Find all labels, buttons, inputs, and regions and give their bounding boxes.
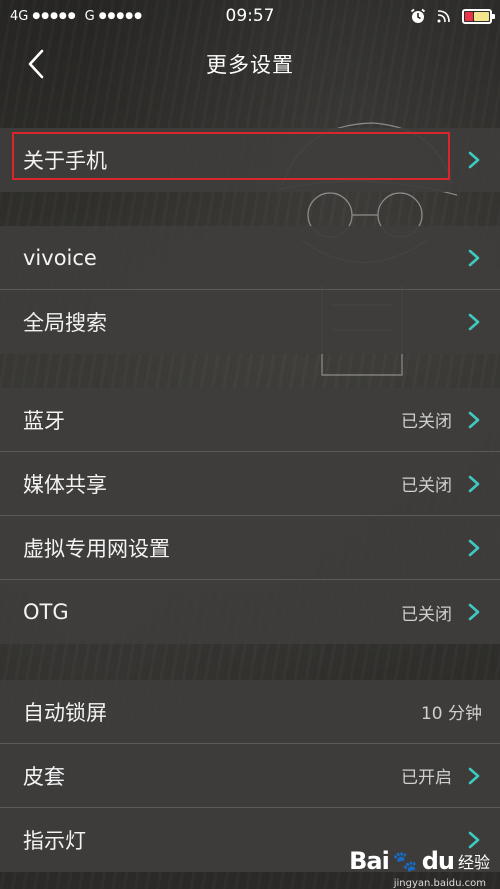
row-label: 关于手机 (23, 149, 107, 173)
watermark-url: jingyan.baidu.com (393, 878, 486, 889)
settings-row-global-search[interactable]: 全局搜索 (0, 290, 500, 354)
settings-row-vivoice[interactable]: vivoice (0, 226, 500, 290)
row-label: 皮套 (23, 764, 65, 789)
carrier-label: 4G (10, 8, 29, 24)
row-status-value: 已关闭 (401, 604, 452, 625)
status-bar: 4G ●●●●● G ●●●●● 09:57 (0, 0, 500, 32)
settings-group-voice-search: vivoice 全局搜索 (0, 226, 500, 354)
watermark-brand-du: du (421, 847, 455, 875)
signal-strength-dots: ●●●●● (32, 11, 77, 21)
row-label: 全局搜索 (23, 311, 107, 335)
chevron-right-icon (468, 410, 482, 430)
settings-row-smart-cover[interactable]: 皮套 已开启 (0, 744, 500, 808)
row-label: 媒体共享 (23, 472, 107, 497)
settings-row-media-sharing[interactable]: 媒体共享 已关闭 (0, 452, 500, 516)
settings-group-about: 关于手机 (0, 128, 500, 192)
row-status-value: 已关闭 (401, 476, 452, 496)
row-label: 虚拟专用网设置 (23, 536, 170, 561)
settings-group-display: 自动锁屏 10 分钟 皮套 已开启 指示灯 (0, 680, 500, 872)
row-status-value: 已关闭 (401, 412, 452, 432)
settings-row-about-phone[interactable]: 关于手机 (0, 128, 500, 192)
row-label: 自动锁屏 (23, 700, 107, 725)
carrier-g-label: G (84, 8, 95, 24)
status-icons (410, 8, 495, 24)
signal-indicators: 4G ●●●●● G ●●●●● (10, 9, 143, 24)
alarm-icon (410, 8, 426, 23)
chevron-right-icon (468, 766, 482, 786)
chevron-right-icon (468, 474, 482, 494)
paw-icon: 🐾 (392, 849, 418, 873)
settings-row-vpn[interactable]: 虚拟专用网设置 (0, 516, 500, 580)
settings-row-auto-lock[interactable]: 自动锁屏 10 分钟 (0, 680, 500, 744)
watermark-suffix: 经验 (457, 853, 490, 872)
chevron-right-icon (468, 312, 482, 332)
battery-icon (462, 8, 495, 24)
settings-row-bluetooth[interactable]: 蓝牙 已关闭 (0, 388, 500, 452)
top-nav-bar: 更多设置 (0, 32, 500, 96)
signal-strength-dots-2: ●●●●● (98, 11, 143, 21)
watermark-brand: Bai (349, 847, 390, 875)
page-title: 更多设置 (206, 53, 294, 77)
back-button[interactable] (14, 42, 58, 86)
row-label: OTG (23, 600, 69, 624)
row-label: vivoice (23, 245, 97, 270)
chevron-right-icon (468, 538, 482, 558)
chevron-right-icon (468, 150, 482, 170)
wifi-icon (437, 10, 450, 23)
settings-group-connections: 蓝牙 已关闭 媒体共享 已关闭 虚拟专用网设置 OTG 已关闭 (0, 388, 500, 644)
row-status-value: 已开启 (401, 768, 452, 788)
chevron-right-icon (468, 248, 482, 268)
chevron-right-icon (468, 602, 482, 622)
chevron-left-icon (28, 49, 44, 79)
row-label: 蓝牙 (23, 408, 65, 433)
baidu-jingyan-watermark: Bai 🐾 du 经验 (349, 847, 490, 875)
settings-row-otg[interactable]: OTG 已关闭 (0, 580, 500, 644)
row-status-value: 10 分钟 (420, 704, 482, 724)
